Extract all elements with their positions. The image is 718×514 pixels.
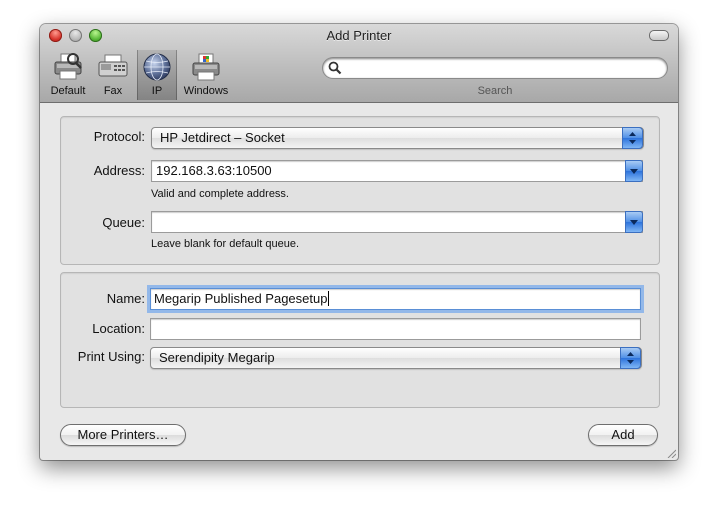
toolbar-item-fax[interactable]: Fax — [95, 50, 131, 100]
more-printers-button[interactable]: More Printers… — [60, 424, 186, 446]
globe-icon — [143, 53, 171, 81]
queue-combo[interactable] — [151, 211, 643, 233]
add-button[interactable]: Add — [588, 424, 658, 446]
toolbar-item-windows[interactable]: Windows — [179, 50, 233, 100]
queue-hint: Leave blank for default queue. — [151, 238, 300, 250]
add-printer-window: Add Printer Default Fax IP Windows Searc… — [40, 24, 678, 460]
name-field[interactable]: Megarip Published Pagesetup — [150, 288, 641, 310]
search-field[interactable] — [323, 58, 667, 78]
address-hint: Valid and complete address. — [151, 188, 289, 200]
toolbar-label-default: Default — [50, 85, 86, 97]
chevron-down-icon[interactable] — [625, 211, 643, 233]
print-using-value: Serendipity Megarip — [159, 350, 275, 365]
toolbar-label-windows: Windows — [183, 85, 229, 97]
toolbar-label-ip: IP — [151, 85, 163, 97]
window-title: Add Printer — [326, 28, 392, 43]
titlebar: Add Printer Default Fax IP Windows Searc… — [40, 24, 678, 103]
toolbar-item-ip[interactable]: IP — [137, 50, 177, 100]
toolbar-item-default[interactable]: Default — [46, 50, 90, 100]
location-label: Location: — [92, 321, 145, 336]
search-label: Search — [477, 85, 513, 97]
address-label: Address: — [93, 163, 145, 178]
protocol-popup[interactable]: HP Jetdirect – Socket — [151, 127, 644, 149]
resize-grip-icon[interactable] — [666, 448, 676, 458]
name-value: Megarip Published Pagesetup — [154, 291, 328, 306]
print-using-popup[interactable]: Serendipity Megarip — [150, 347, 642, 369]
protocol-label: Protocol: — [93, 129, 145, 144]
search-icon — [328, 61, 342, 75]
name-label: Name: — [106, 291, 145, 306]
popup-stepper-icon — [622, 127, 643, 149]
fax-icon — [98, 54, 128, 77]
location-field[interactable] — [150, 318, 641, 340]
queue-label: Queue: — [102, 215, 145, 230]
protocol-value: HP Jetdirect – Socket — [160, 130, 285, 145]
chevron-down-icon[interactable] — [625, 160, 643, 182]
print-using-label: Print Using: — [77, 349, 145, 364]
popup-stepper-icon — [620, 347, 641, 369]
windows-printer-icon — [192, 53, 220, 81]
default-printer-icon — [54, 53, 82, 80]
text-caret — [328, 291, 330, 306]
toolbar-label-fax: Fax — [103, 85, 123, 97]
address-value: 192.168.3.63:10500 — [156, 163, 272, 178]
address-combo[interactable]: 192.168.3.63:10500 — [151, 160, 643, 182]
toolbar-toggle-button[interactable] — [649, 30, 669, 41]
